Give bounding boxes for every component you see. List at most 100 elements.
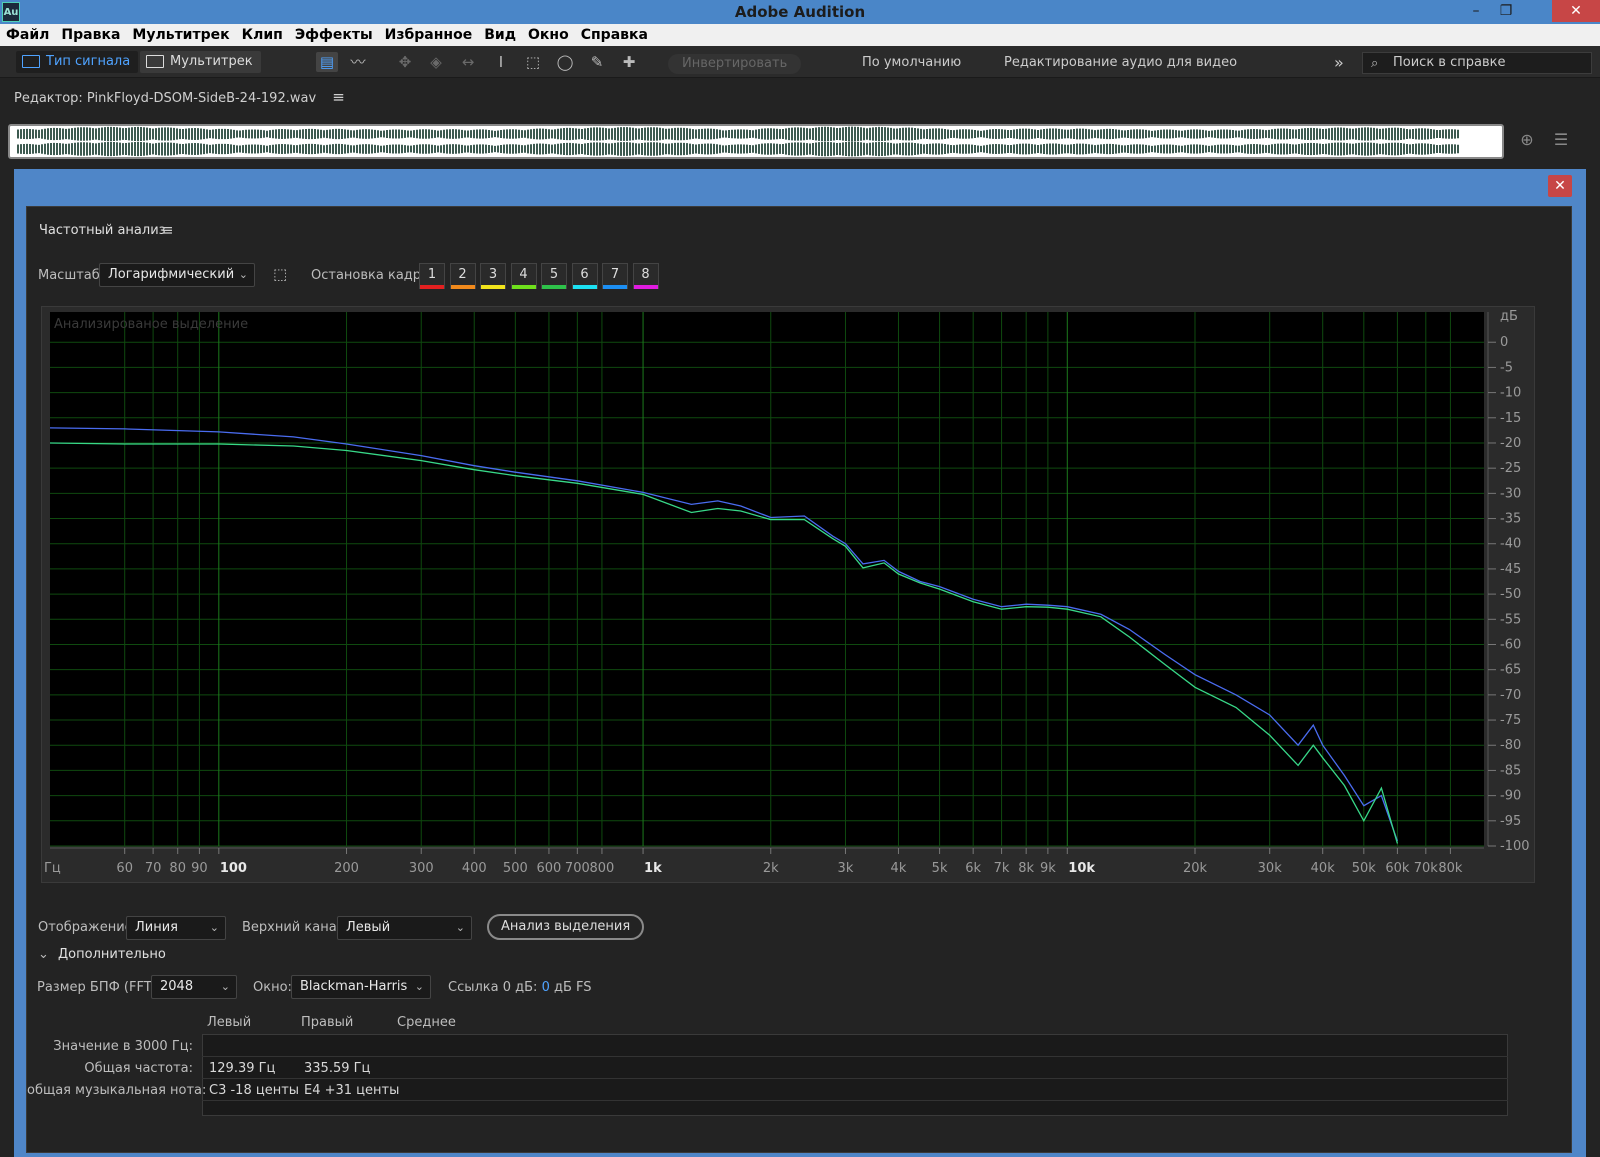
spectral-frequency-icon[interactable]: ▤ (316, 52, 338, 72)
freeze-frame-button-4[interactable]: 4 (510, 263, 537, 289)
y-tick-label: -55 (1500, 612, 1521, 627)
workspace-default[interactable]: По умолчанию (862, 54, 961, 72)
y-tick-label: -40 (1500, 537, 1521, 552)
freeze-frame-label-4: 4 (519, 267, 528, 282)
reference-label-text: Ссылка 0 дБ: (448, 980, 538, 995)
restore-button[interactable]: ❐ (1491, 0, 1521, 22)
freeze-frame-color-7 (603, 285, 627, 289)
multitrack-view-button[interactable]: Мультитрек (140, 51, 261, 73)
menu-multitrack[interactable]: Мультитрек (126, 24, 235, 46)
editor-title: Редактор: PinkFloyd-DSOM-SideB-24-192.wa… (14, 91, 317, 106)
editor-menu-icon[interactable]: ≡ (332, 88, 345, 106)
analyze-selection-button[interactable]: Анализ выделения (487, 914, 645, 940)
display-dropdown[interactable]: Линия ⌄ (126, 916, 226, 940)
table-row-label: общая музыкальная нота: (27, 1083, 207, 1098)
freeze-frame-button-5[interactable]: 5 (541, 263, 567, 289)
marquee-selection-tool-icon[interactable]: ⬚ (522, 52, 544, 72)
waveform-view-button[interactable]: Тип сигнала (16, 51, 139, 73)
menu-window[interactable]: Окно (522, 24, 575, 46)
chevron-down-icon: ⌄ (414, 980, 424, 993)
x-tick-label: 9k (1040, 861, 1056, 876)
window-function-dropdown[interactable]: Blackman-Harris ⌄ (291, 975, 431, 999)
fft-size-value: 2048 (160, 979, 194, 994)
menu-clip[interactable]: Клип (236, 24, 289, 46)
lasso-tool-icon[interactable]: ◯ (554, 52, 576, 72)
freeze-frame-button-7[interactable]: 7 (602, 263, 628, 289)
move-tool-icon[interactable]: ✥ (394, 52, 416, 72)
help-search-input[interactable]: ⌕ Поиск в справке (1362, 52, 1592, 74)
slip-tool-icon[interactable]: ↔ (457, 52, 479, 72)
menu-edit[interactable]: Правка (55, 24, 126, 46)
freeze-frame-label-5: 5 (549, 267, 559, 282)
analysis-results-table (202, 1034, 1508, 1116)
y-tick-label: -80 (1500, 738, 1521, 753)
x-tick-label: 1k (644, 861, 662, 876)
multitrack-icon (146, 55, 164, 68)
fft-size-dropdown[interactable]: 2048 ⌄ (151, 975, 237, 999)
top-channel-dropdown[interactable]: Левый ⌄ (337, 916, 472, 940)
y-tick-label: -90 (1500, 789, 1521, 804)
menu-favorites[interactable]: Избранное (379, 24, 479, 46)
freeze-frame-button-1[interactable]: 1 (419, 263, 445, 289)
x-tick-label: 90 (191, 861, 208, 876)
waveform-icon (22, 55, 40, 68)
freeze-frame-button-8[interactable]: 8 (632, 263, 659, 289)
workspace-overflow-icon[interactable]: » (1334, 54, 1344, 72)
toolbar: Тип сигнала Мультитрек ▤ 〰 ✥ ◈ ↔ I ⬚ ◯ ✎… (0, 46, 1600, 78)
freeze-frame-label-8: 8 (641, 267, 650, 282)
freeze-frame-button-3[interactable]: 3 (480, 263, 506, 289)
scale-dropdown[interactable]: Логарифмический ⌄ (99, 263, 255, 287)
spectral-pitch-icon[interactable]: 〰 (347, 52, 369, 72)
freeze-frame-button-2[interactable]: 2 (449, 263, 476, 289)
menu-file[interactable]: Файл (0, 24, 55, 46)
table-divider (202, 1100, 1508, 1101)
freeze-frame-color-3 (481, 285, 505, 289)
x-tick-label: 3k (838, 861, 854, 876)
zoom-navigator-icon[interactable]: ⊕ (1516, 130, 1538, 152)
y-tick-label: -20 (1500, 436, 1521, 451)
brush-selection-tool-icon[interactable]: ✎ (586, 52, 608, 72)
menu-effects[interactable]: Эффекты (289, 24, 379, 46)
reference-unit: дБ FS (554, 980, 592, 995)
panel-menu-icon[interactable]: ≡ (161, 221, 174, 239)
time-selection-tool-icon[interactable]: I (490, 52, 512, 72)
menu-view[interactable]: Вид (478, 24, 522, 46)
y-tick-label: -70 (1500, 688, 1521, 703)
frequency-graph[interactable]: Анализированое выделение Гц 60 70 80 90 100 200… (41, 306, 1535, 883)
x-tick-label: 50k (1352, 861, 1377, 876)
waveform-overview[interactable] (8, 124, 1504, 159)
table-divider (202, 1056, 1508, 1057)
x-tick-label: 500 (503, 861, 528, 876)
advanced-toggle[interactable]: ⌄ Дополнительно (38, 947, 166, 962)
close-dialog-button[interactable]: ✕ (1548, 175, 1572, 197)
x-tick-label: 7k (994, 861, 1010, 876)
y-tick-label: -60 (1500, 637, 1521, 652)
x-tick-label: 60k (1385, 861, 1410, 876)
zoom-to-fit-icon[interactable]: ⬚ (273, 265, 287, 283)
menu-help[interactable]: Справка (575, 24, 654, 46)
invert-button[interactable]: Инвертировать (668, 54, 802, 74)
editor-tab[interactable]: Редактор: PinkFloyd-DSOM-SideB-24-192.wa… (14, 88, 345, 106)
spot-healing-brush-icon[interactable]: ✚ (618, 52, 640, 72)
x-tick-label: 80k (1438, 861, 1463, 876)
workspace-edit-audio-to-video[interactable]: Редактирование аудио для видео (1004, 54, 1237, 72)
chevron-down-icon: ⌄ (38, 947, 49, 962)
overview-options-icon[interactable]: ☰ (1550, 130, 1572, 152)
x-tick-label: 300 (409, 861, 434, 876)
cell-frequency-left: 129.39 Гц (209, 1061, 276, 1076)
reference-value[interactable]: 0 (542, 980, 550, 995)
close-window-button[interactable]: ✕ (1552, 0, 1600, 22)
razor-tool-icon[interactable]: ◈ (425, 52, 447, 72)
y-tick-label: -65 (1500, 663, 1521, 678)
plot-area (50, 312, 1484, 846)
table-row-label: Общая частота: (84, 1061, 193, 1076)
column-average: Среднее (397, 1015, 456, 1030)
x-tick-label: 70k (1414, 861, 1439, 876)
waveform-view-label: Тип сигнала (46, 54, 131, 69)
freeze-frame-button-6[interactable]: 6 (571, 263, 598, 289)
x-tick-label: 5k (932, 861, 948, 876)
minimize-button[interactable]: – (1461, 0, 1491, 22)
x-tick-label: 100 (220, 861, 247, 876)
overview-waveform (17, 126, 1459, 157)
x-tick-label: 10k (1068, 861, 1095, 876)
